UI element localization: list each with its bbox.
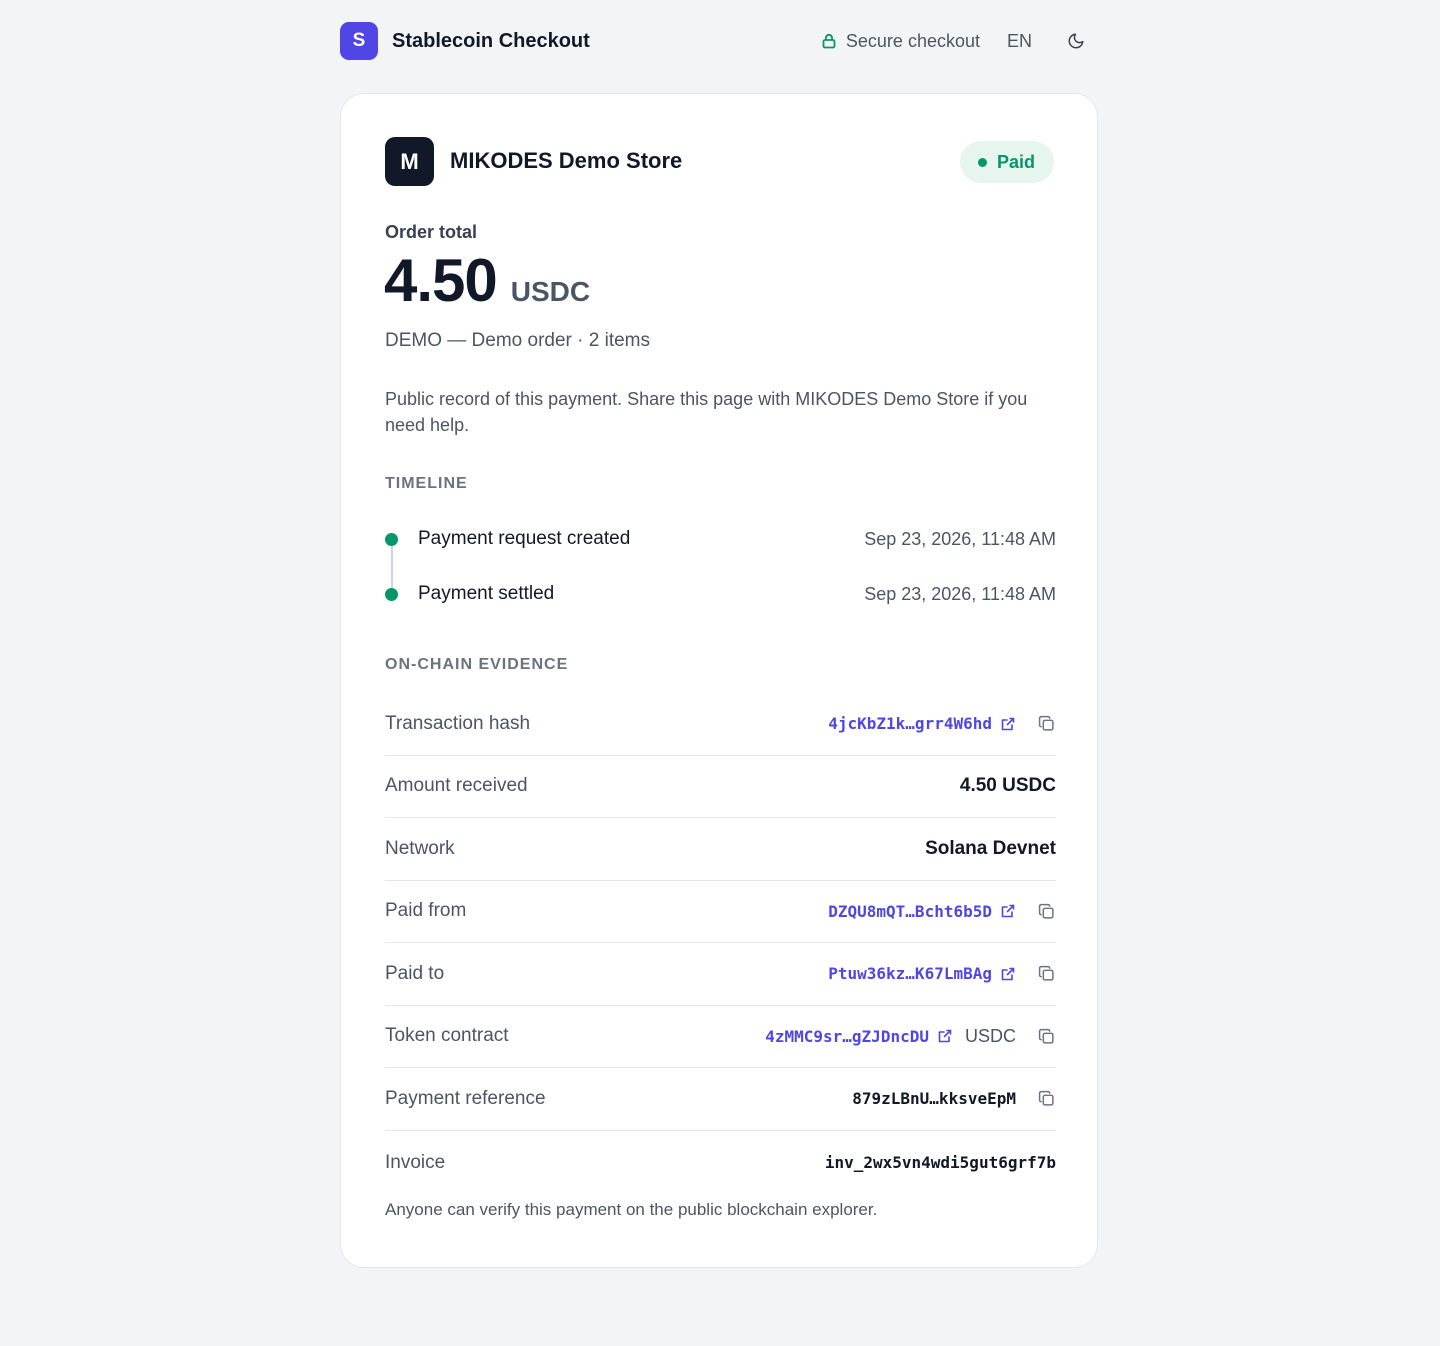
merchant-logo: M xyxy=(385,137,434,186)
order-description: DEMO — Demo order · 2 items xyxy=(385,330,650,351)
transaction-hash-link[interactable]: 4jcKbZ1k…grr4W6hd xyxy=(828,714,992,733)
external-link-icon[interactable] xyxy=(1000,903,1016,919)
timeline-item: Payment request created Sep 23, 2026, 11… xyxy=(385,526,1056,552)
payment-receipt-card: M MIKODES Demo Store Paid Order total 4.… xyxy=(340,93,1098,1268)
evidence-label: Amount received xyxy=(385,775,528,797)
public-record-note: Public record of this payment. Share thi… xyxy=(385,389,1028,435)
timeline-event-label: Payment request created xyxy=(418,528,631,549)
timeline-heading: TIMELINE xyxy=(385,475,468,492)
evidence-row-transaction-hash: Transaction hash 4jcKbZ1k…grr4W6hd xyxy=(385,693,1056,756)
token-symbol: USDC xyxy=(964,1025,1016,1046)
external-link-icon[interactable] xyxy=(1000,716,1016,732)
timeline-dot-icon xyxy=(385,532,398,546)
status-label: Paid xyxy=(996,151,1035,172)
amount-received-value: 4.50 USDC xyxy=(959,775,1056,797)
timeline-event-label: Payment settled xyxy=(418,583,555,604)
top-bar: S Stablecoin Checkout Secure checkout EN xyxy=(340,21,1088,61)
copy-icon[interactable] xyxy=(1036,964,1056,984)
evidence-row-paid-to: Paid to Ptuw36kz…K67LmBAg xyxy=(385,943,1056,1006)
copy-icon[interactable] xyxy=(1036,1026,1056,1046)
order-total-label: Order total xyxy=(385,222,478,242)
evidence-row-amount-received: Amount received 4.50 USDC xyxy=(385,756,1056,818)
network-value: Solana Devnet xyxy=(925,837,1056,859)
moon-icon xyxy=(1068,33,1084,49)
token-contract-link[interactable]: 4zMMC9sr…gZJDncDU xyxy=(765,1027,929,1046)
evidence-heading: ON-CHAIN EVIDENCE xyxy=(385,656,569,673)
timeline-item: Payment settled Sep 23, 2026, 11:48 AM xyxy=(385,581,1056,607)
merchant-name: MIKODES Demo Store xyxy=(450,148,683,173)
amount-currency: USDC xyxy=(510,276,591,307)
status-badge: Paid xyxy=(959,141,1054,183)
evidence-row-invoice: Invoice inv_2wx5vn4wdi5gut6grf7b xyxy=(385,1131,1056,1195)
copy-icon[interactable] xyxy=(1036,901,1056,921)
evidence-list: Transaction hash 4jcKbZ1k…grr4W6hd Amoun… xyxy=(385,693,1056,1195)
app-name: Stablecoin Checkout xyxy=(392,29,590,52)
external-link-icon[interactable] xyxy=(937,1028,953,1044)
invoice-id-value: inv_2wx5vn4wdi5gut6grf7b xyxy=(824,1153,1056,1172)
evidence-label: Transaction hash xyxy=(385,712,531,734)
evidence-row-payment-reference: Payment reference 879zLBnU…kksveEpM xyxy=(385,1068,1056,1131)
copy-icon[interactable] xyxy=(1036,1089,1056,1109)
order-amount: 4.50 USDC xyxy=(384,246,590,315)
timeline-event-time: Sep 23, 2026, 11:48 AM xyxy=(864,528,1056,549)
evidence-label: Paid to xyxy=(385,962,445,984)
verify-note: Anyone can verify this payment on the pu… xyxy=(385,1200,878,1219)
timeline-event-time: Sep 23, 2026, 11:48 AM xyxy=(864,583,1056,604)
brand-logo: S xyxy=(340,22,378,60)
copy-icon[interactable] xyxy=(1036,714,1056,734)
evidence-row-network: Network Solana Devnet xyxy=(385,818,1056,881)
secure-checkout-indicator: Secure checkout xyxy=(822,31,980,52)
lock-icon xyxy=(822,33,836,49)
payment-reference-value: 879zLBnU…kksveEpM xyxy=(852,1089,1016,1109)
top-bar-actions: Secure checkout EN xyxy=(822,29,1088,53)
evidence-label: Network xyxy=(385,837,455,859)
evidence-label: Paid from xyxy=(385,900,467,922)
secure-checkout-label: Secure checkout xyxy=(845,30,980,51)
language-selector[interactable]: EN xyxy=(1007,31,1032,52)
evidence-row-paid-from: Paid from DZQU8mQT…Bcht6b5D xyxy=(385,881,1056,943)
status-dot-icon xyxy=(977,157,987,167)
evidence-label: Token contract xyxy=(385,1025,509,1047)
timeline-dot-icon xyxy=(385,587,398,601)
theme-toggle-button[interactable] xyxy=(1064,29,1088,53)
paid-from-address-link[interactable]: DZQU8mQT…Bcht6b5D xyxy=(828,902,992,921)
evidence-row-token-contract: Token contract 4zMMC9sr…gZJDncDU USDC xyxy=(385,1006,1056,1068)
external-link-icon[interactable] xyxy=(1000,966,1016,982)
amount-value: 4.50 xyxy=(384,247,498,314)
paid-to-address-link[interactable]: Ptuw36kz…K67LmBAg xyxy=(828,964,992,983)
evidence-label: Invoice xyxy=(385,1151,446,1173)
evidence-label: Payment reference xyxy=(385,1087,546,1109)
